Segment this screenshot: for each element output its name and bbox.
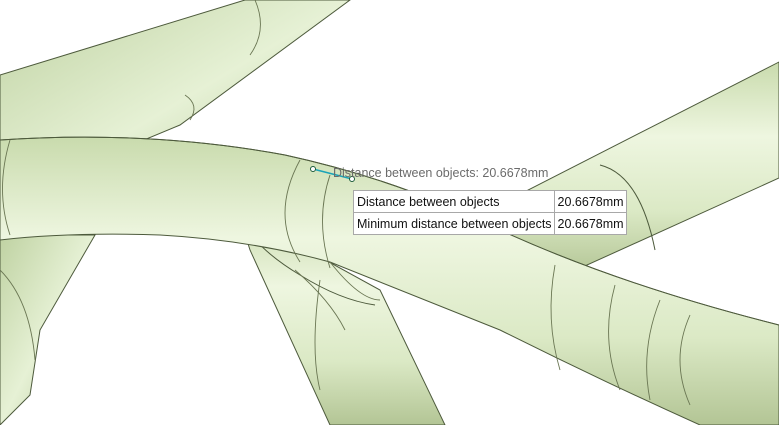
tube-lower-left xyxy=(0,234,96,425)
row-value: 20.6678mm xyxy=(553,212,627,235)
row-label: Minimum distance between objects xyxy=(353,212,555,235)
table-row: Minimum distance between objects 20.6678… xyxy=(353,212,627,235)
row-value: 20.6678mm xyxy=(553,190,627,213)
row-label: Distance between objects xyxy=(353,190,555,213)
measurement-table: Distance between objects 20.6678mm Minim… xyxy=(353,190,627,235)
measure-point-start xyxy=(310,166,316,172)
3d-viewport[interactable]: Distance between objects: 20.6678mm Dist… xyxy=(0,0,779,425)
measurement-annotation: Distance between objects: 20.6678mm xyxy=(333,166,549,180)
table-row: Distance between objects 20.6678mm xyxy=(353,190,627,213)
